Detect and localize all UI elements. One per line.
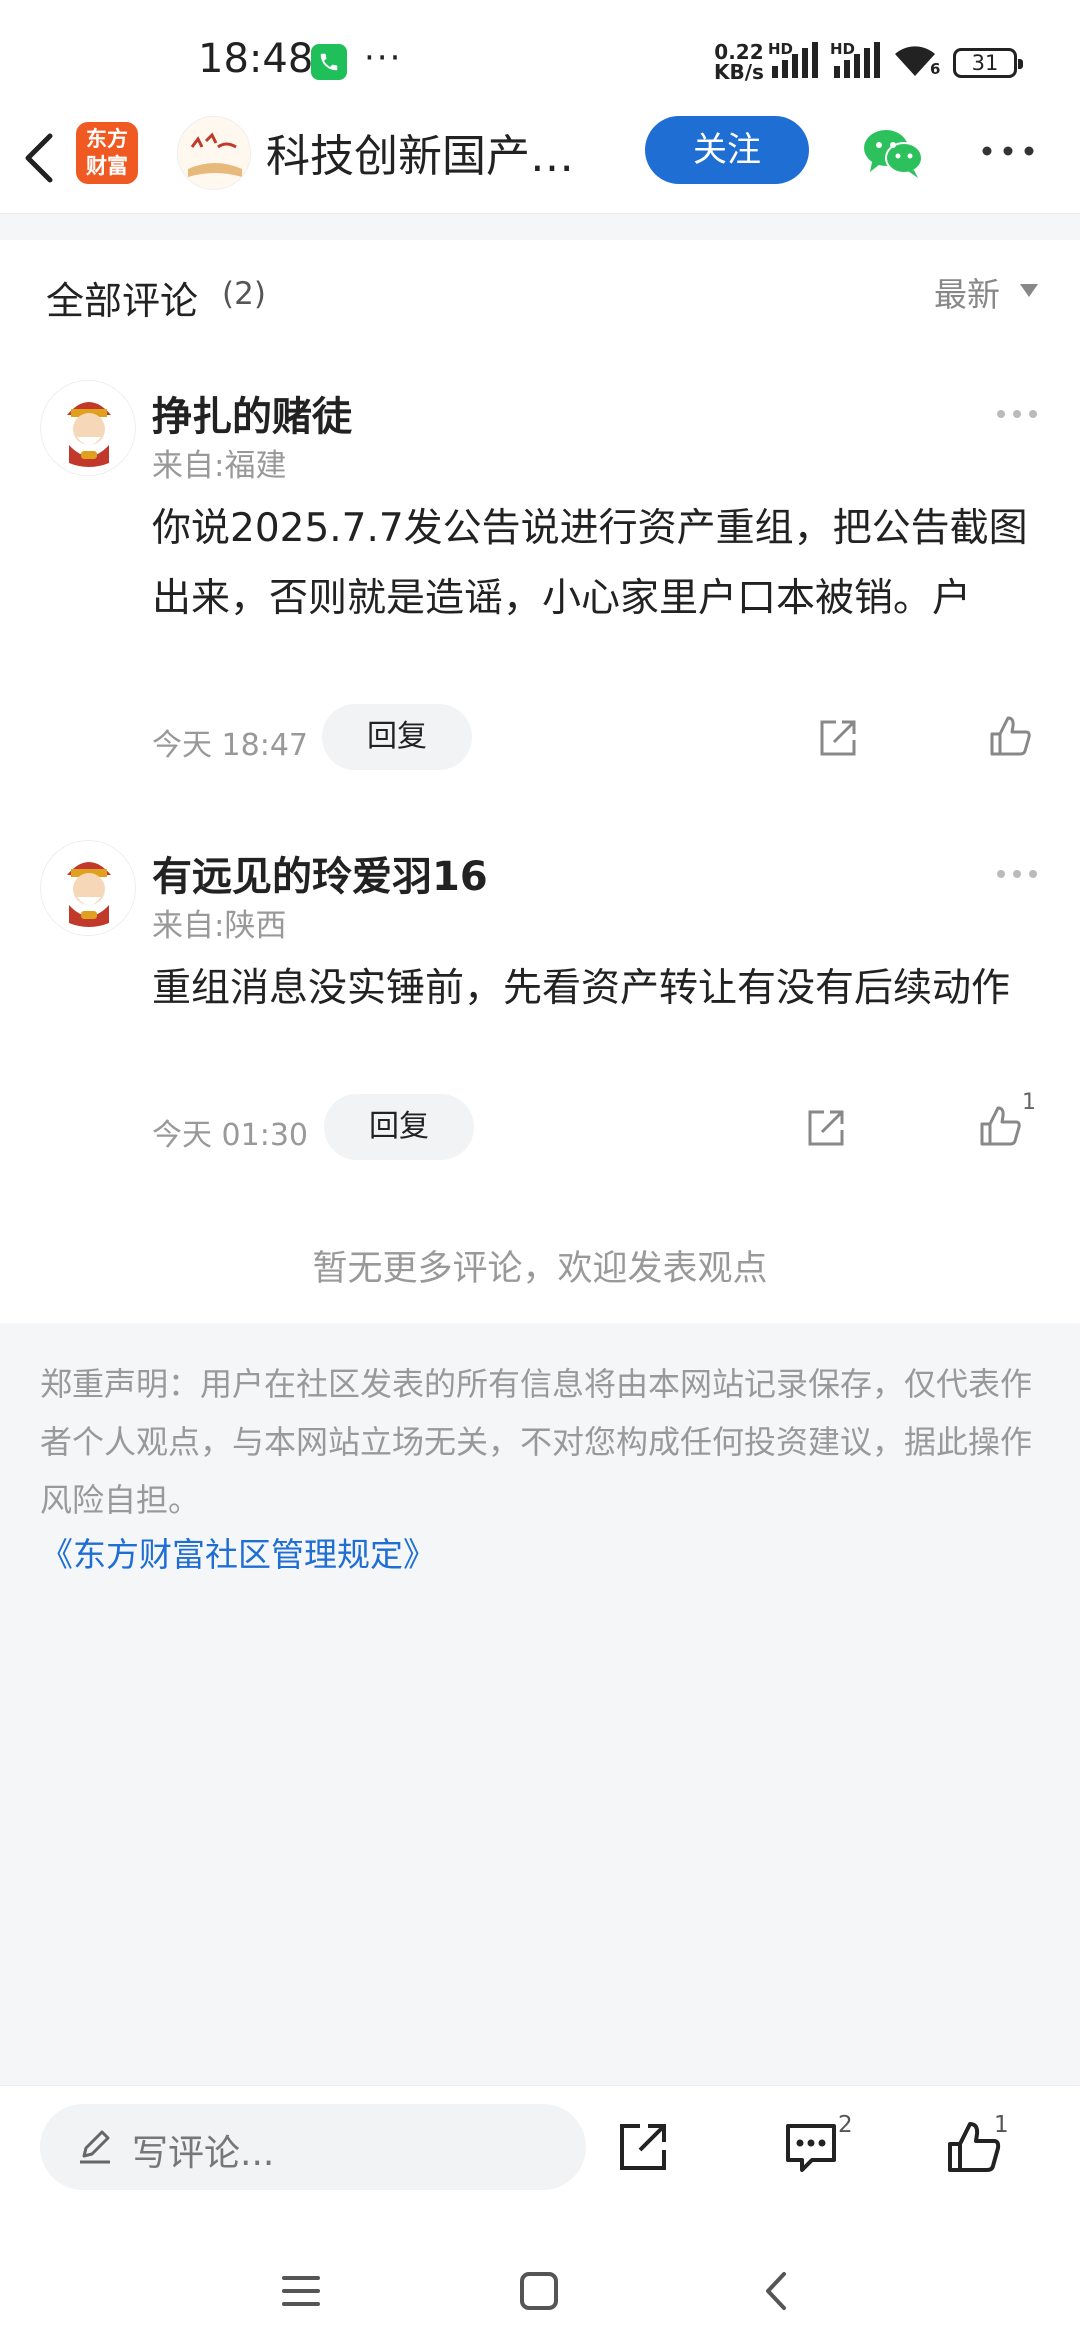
comment-location: 来自:福建 (152, 448, 287, 484)
comments-panel: 全部评论 (2) 最新 挣扎的赌徒 来自:福建 你说2025.7.7发公告说进行… (0, 240, 1080, 1323)
comment-item: 有远见的玲爱羽16 来自:陕西 重组消息没实锤前，先看资产转让有没有后续动作 今… (0, 840, 1080, 1170)
stock-bar-avatar[interactable] (177, 116, 251, 190)
like-count: 1 (1022, 1090, 1036, 1115)
comments-title: 全部评论 (46, 279, 199, 323)
comment-text[interactable]: 你说2025.7.7发公告说进行资产重组，把公告截图出来，否则就是造谣，小心家里… (152, 494, 1032, 634)
comment-username[interactable]: 挣扎的赌徒 (152, 384, 352, 442)
system-back-icon[interactable] (752, 2266, 802, 2316)
network-speed: 0.22 KB/s (714, 40, 764, 84)
like-icon[interactable] (988, 714, 1032, 758)
share-icon[interactable] (614, 2118, 672, 2176)
page-title: 科技创新国产… (266, 131, 574, 182)
cell-signal-2-icon: HD (830, 40, 882, 84)
comment-input[interactable]: 写评论... (40, 2104, 586, 2190)
share-icon[interactable] (816, 716, 860, 760)
bottom-action-bar: 写评论... 2 1 (0, 2085, 1080, 2340)
follow-button[interactable]: 关注 (645, 116, 809, 184)
community-rules-link[interactable]: 《东方财富社区管理规定》 (40, 1528, 436, 1576)
avatar[interactable] (40, 840, 136, 936)
comment-time: 今天 01:30 (152, 1118, 308, 1153)
comment-username[interactable]: 有远见的玲爱羽16 (152, 844, 488, 902)
comment-count-badge: 2 (838, 2112, 853, 2138)
reply-button[interactable]: 回复 (324, 1094, 474, 1160)
more-notifications-icon: ··· (364, 38, 403, 78)
top-nav-bar: 东方 财富 科技创新国产… 关注 (0, 110, 1080, 214)
comment-input-placeholder: 写评论... (132, 2133, 275, 2174)
comment-more-icon[interactable] (994, 406, 1040, 420)
no-more-comments-text: 暂无更多评论，欢迎发表观点 (312, 1249, 768, 1289)
menu-icon[interactable] (276, 2266, 326, 2316)
back-button[interactable] (20, 128, 70, 194)
battery-icon: 31 (953, 48, 1023, 78)
cell-signal-1-icon: HD (768, 40, 820, 84)
sort-dropdown[interactable]: 最新 (934, 268, 1000, 316)
comment-item: 挣扎的赌徒 来自:福建 你说2025.7.7发公告说进行资产重组，把公告截图出来… (0, 380, 1080, 770)
comment-more-icon[interactable] (994, 866, 1040, 880)
like-count-badge: 1 (994, 2112, 1009, 2138)
comment-time: 今天 18:47 (152, 728, 308, 763)
like-icon[interactable] (978, 1104, 1022, 1148)
disclaimer-text: 郑重声明：用户在社区发表的所有信息将由本网站记录保存，仅代表作者个人观点，与本网… (40, 1365, 1033, 1519)
reply-button[interactable]: 回复 (322, 704, 472, 770)
status-time: 18:48 (198, 36, 314, 82)
more-options-icon[interactable] (978, 136, 1038, 166)
caret-down-icon[interactable] (1020, 284, 1038, 297)
wifi-icon: 6 (890, 40, 940, 84)
app-logo[interactable]: 东方 财富 (76, 122, 138, 184)
status-bar: 18:48 ··· 0.22 KB/s HD HD 6 31 (0, 0, 1080, 110)
pen-icon (76, 2126, 116, 2170)
home-icon[interactable] (514, 2266, 564, 2316)
phone-call-icon (311, 44, 347, 80)
share-icon[interactable] (804, 1106, 848, 1150)
comment-location: 来自:陕西 (152, 908, 287, 944)
comment-icon[interactable] (782, 2118, 840, 2176)
system-nav-bar (0, 2246, 1080, 2340)
avatar[interactable] (40, 380, 136, 476)
comment-text[interactable]: 重组消息没实锤前，先看资产转让有没有后续动作 (152, 954, 1032, 1024)
comments-count: (2) (222, 276, 266, 312)
wechat-share-icon[interactable] (862, 126, 924, 180)
